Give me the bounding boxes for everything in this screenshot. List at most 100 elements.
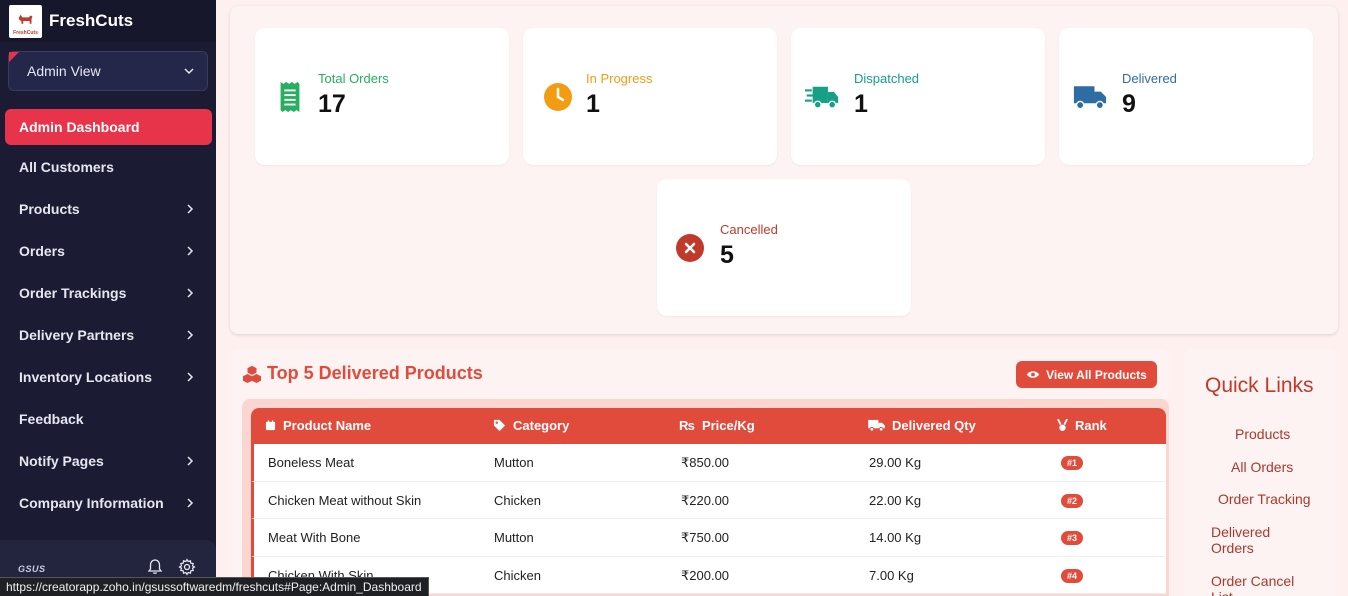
sidebar-item-all-customers[interactable]: All Customers	[0, 146, 216, 188]
chevron-right-icon	[187, 246, 194, 256]
stat-card-total-orders[interactable]: Total Orders 17	[255, 28, 509, 165]
sidebar-item-label: Company Information	[19, 495, 164, 511]
cell-category: Chicken	[494, 492, 541, 508]
products-table: Product Name Category ₨ Price/Kg Deliver…	[251, 408, 1166, 594]
stat-value: 1	[586, 90, 600, 118]
rank-badge: #3	[1061, 531, 1084, 545]
cell-product-name: Boneless Meat	[268, 455, 354, 470]
quick-link-products[interactable]: Products	[1235, 426, 1290, 442]
sidebar-item-notify-pages[interactable]: Notify Pages	[0, 440, 216, 482]
clock-icon	[541, 80, 575, 114]
sidebar-item-feedback[interactable]: Feedback	[0, 398, 216, 440]
bell-icon[interactable]	[146, 558, 164, 576]
cell-category: Mutton	[494, 530, 534, 545]
stat-card-delivered[interactable]: Delivered 9	[1059, 28, 1313, 165]
calendar-icon	[265, 420, 276, 431]
quick-link-all-orders[interactable]: All Orders	[1231, 459, 1293, 475]
stat-value: 17	[318, 90, 346, 118]
truck-icon	[868, 419, 885, 432]
cell-qty: 22.00 Kg	[869, 492, 922, 508]
cancel-icon	[673, 231, 707, 265]
truck-icon	[1073, 80, 1107, 114]
cell-category: Chicken	[494, 567, 541, 583]
view-all-label: View All Products	[1046, 367, 1147, 382]
sidebar-item-inventory-locations[interactable]: Inventory Locations	[0, 356, 216, 398]
rank-badge: #2	[1061, 493, 1084, 508]
quick-links-panel: Quick Links Products All Orders Order Tr…	[1184, 349, 1338, 596]
sidebar-item-label: Orders	[19, 243, 65, 259]
sidebar-item-order-trackings[interactable]: Order Trackings	[0, 272, 216, 314]
receipt-icon	[273, 80, 307, 114]
brand-name: FreshCuts	[49, 11, 134, 30]
sidebar-item-company-information[interactable]: Company Information	[0, 482, 216, 524]
cell-qty: 29.00 Kg	[869, 455, 922, 470]
sidebar-item-label: Notify Pages	[19, 453, 104, 469]
sidebar-item-admin-dashboard[interactable]: Admin Dashboard	[5, 109, 212, 145]
quick-link-delivered-orders[interactable]: Delivered Orders	[1211, 524, 1281, 556]
sidebar-item-label: Products	[19, 201, 80, 217]
cell-qty: 14.00 Kg	[869, 530, 922, 545]
footer-logo: GSUS	[18, 564, 46, 574]
products-title: Top 5 Delivered Products	[242, 363, 483, 384]
quick-link-order-cancel-list[interactable]: Order Cancel List	[1211, 573, 1301, 596]
view-select-value: Admin View	[27, 63, 101, 79]
stat-label: Total Orders	[318, 71, 389, 86]
cell-price: ₹850.00	[681, 455, 730, 470]
table-header: Product Name Category ₨ Price/Kg Deliver…	[251, 408, 1166, 444]
stats-panel: Total Orders 17 In Progress 1 Dispatched…	[230, 6, 1338, 334]
stat-label: In Progress	[586, 71, 653, 86]
products-table-wrap: Product Name Category ₨ Price/Kg Deliver…	[242, 399, 1169, 596]
stat-card-cancelled[interactable]: Cancelled 5	[657, 179, 911, 316]
column-header-price[interactable]: ₨ Price/Kg	[679, 418, 755, 433]
sidebar-item-label: Order Trackings	[19, 285, 127, 301]
gear-icon[interactable]	[178, 558, 196, 576]
sidebar-nav: Admin Dashboard All Customers Products O…	[0, 104, 216, 524]
column-header-product-name[interactable]: Product Name	[265, 418, 371, 433]
chevron-right-icon	[187, 498, 194, 508]
column-header-delivered-qty[interactable]: Delivered Qty	[868, 418, 976, 433]
sidebar-item-label: All Customers	[19, 159, 114, 175]
chevron-down-icon	[184, 68, 194, 75]
column-header-rank[interactable]: Rank	[1057, 418, 1107, 433]
stat-label: Delivered	[1122, 71, 1177, 86]
sidebar-item-label: Feedback	[19, 411, 84, 427]
chevron-right-icon	[187, 288, 194, 298]
tag-icon	[493, 419, 506, 432]
rupee-icon: ₨	[679, 418, 695, 433]
stat-label: Cancelled	[720, 222, 778, 237]
status-url-tooltip: https://creatorapp.zoho.in/gsussoftwared…	[0, 577, 429, 596]
rank-badge: #4	[1061, 568, 1084, 583]
stat-value: 5	[720, 241, 734, 269]
stat-card-in-progress[interactable]: In Progress 1	[523, 28, 777, 165]
sidebar-item-label: Delivery Partners	[19, 327, 135, 343]
eye-icon	[1027, 371, 1040, 378]
quick-link-order-tracking[interactable]: Order Tracking	[1218, 491, 1311, 507]
sidebar-item-orders[interactable]: Orders	[0, 230, 216, 272]
table-row[interactable]: Boneless Meat Mutton ₹850.00 29.00 Kg #1	[251, 444, 1166, 482]
cell-price: ₹750.00	[681, 530, 730, 545]
quick-links-title: Quick Links	[1205, 374, 1314, 397]
view-all-products-button[interactable]: View All Products	[1016, 361, 1157, 388]
sidebar-item-label: Inventory Locations	[19, 369, 153, 385]
sidebar: FreshCuts FreshCuts Admin View Admin Das…	[0, 0, 216, 596]
sidebar-item-products[interactable]: Products	[0, 188, 216, 230]
table-row[interactable]: Chicken Meat without Skin Chicken ₹220.0…	[251, 481, 1166, 519]
sidebar-item-label: Admin Dashboard	[19, 119, 140, 135]
sidebar-item-delivery-partners[interactable]: Delivery Partners	[0, 314, 216, 356]
stat-value: 9	[1122, 90, 1136, 118]
medal-icon	[1057, 419, 1068, 431]
column-header-category[interactable]: Category	[493, 418, 569, 433]
top-products-panel: Top 5 Delivered Products View All Produc…	[230, 349, 1169, 596]
stat-value: 1	[854, 90, 868, 118]
chevron-right-icon	[187, 456, 194, 466]
cell-product-name: Meat With Bone	[268, 530, 361, 545]
brand[interactable]: FreshCuts FreshCuts	[0, 0, 216, 42]
stat-card-dispatched[interactable]: Dispatched 1	[791, 28, 1045, 165]
table-row[interactable]: Meat With Bone Mutton ₹750.00 14.00 Kg #…	[251, 519, 1166, 557]
cubes-icon	[243, 365, 261, 383]
cell-price: ₹220.00	[681, 492, 730, 508]
cell-category: Mutton	[494, 455, 534, 470]
logo-text: FreshCuts	[13, 29, 38, 36]
view-select[interactable]: Admin View	[8, 51, 208, 91]
cell-qty: 7.00 Kg	[869, 567, 914, 583]
